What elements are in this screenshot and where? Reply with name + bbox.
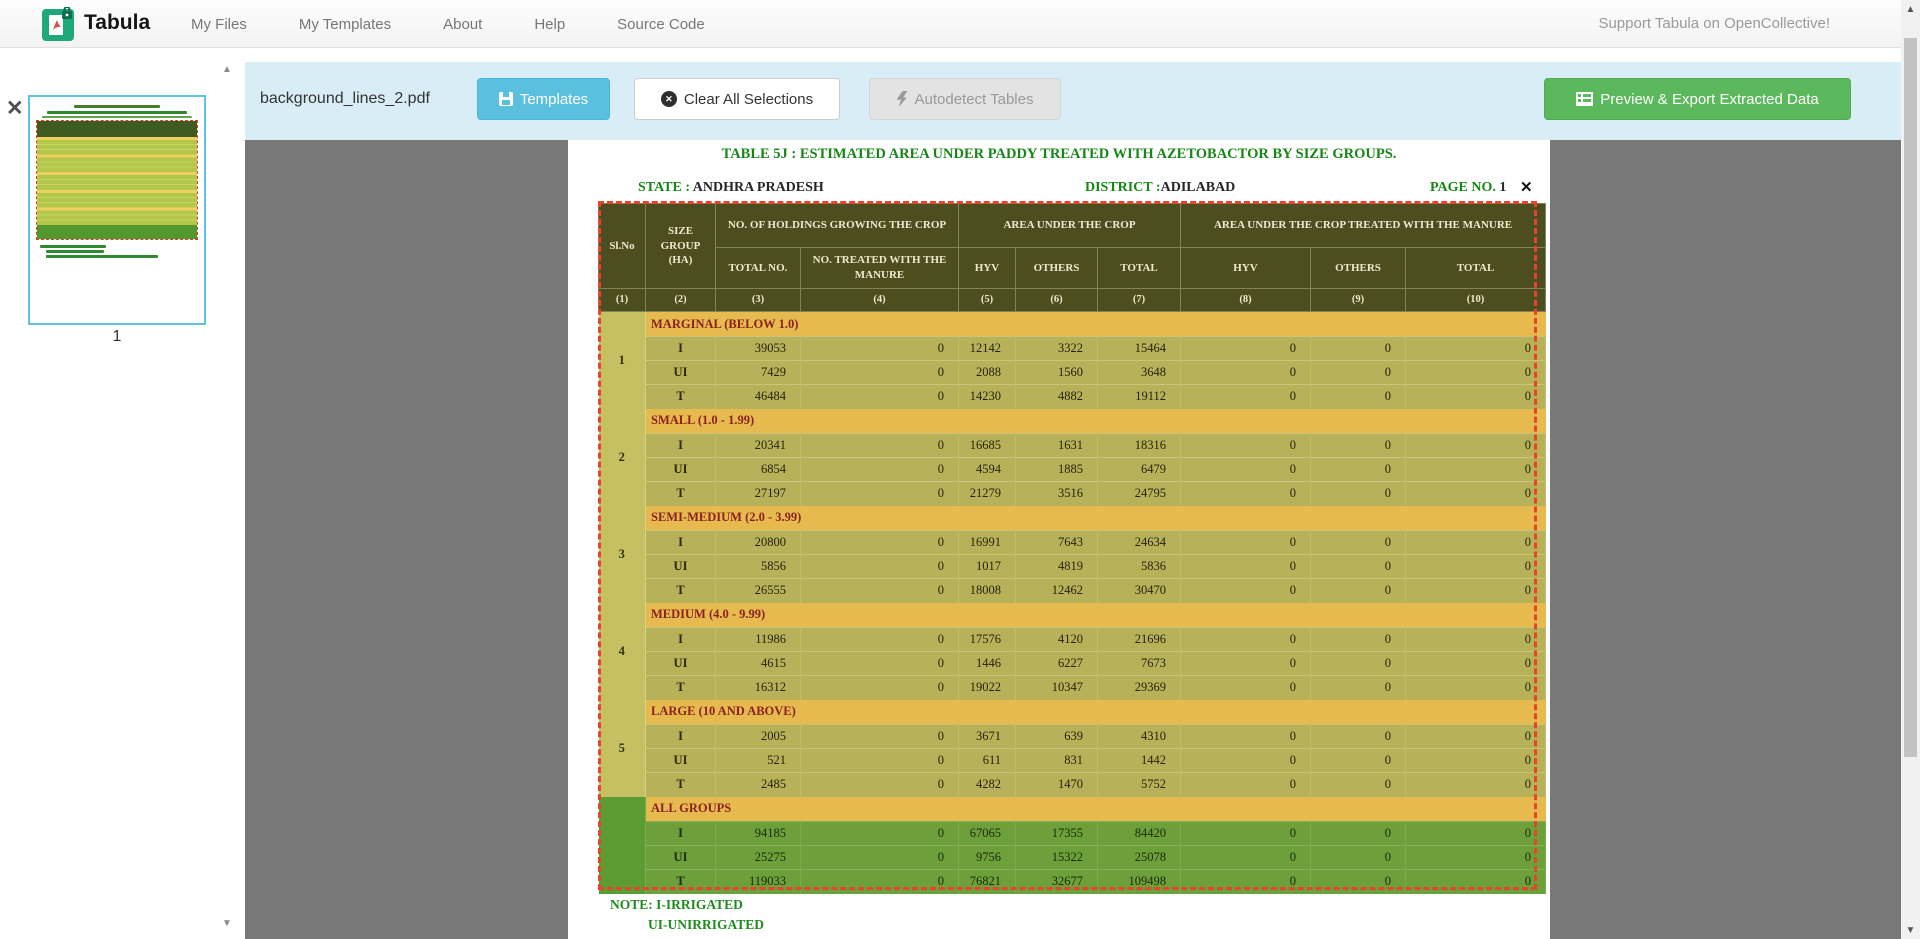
thumb-selection-outline (36, 120, 198, 240)
sidebar-scroll-up-icon[interactable]: ▲ (222, 64, 232, 75)
thumb-meta-line (42, 116, 192, 118)
pdf-state-line: STATE : ANDHRA PRADESH (638, 180, 824, 196)
tabula-logo-icon[interactable] (42, 7, 76, 41)
thumbnail-page-number: 1 (28, 328, 206, 346)
top-navbar: Tabula My Files My Templates About Help … (0, 0, 1920, 48)
preview-export-button[interactable]: Preview & Export Extracted Data (1544, 78, 1851, 120)
page-thumbnail[interactable] (28, 95, 206, 325)
main-scrollbar[interactable]: ▲ ▼ (1901, 0, 1920, 939)
lightning-bolt-icon (897, 91, 908, 107)
pdf-pageno-line: PAGE NO. 1 (1430, 180, 1506, 196)
pdf-table-title: TABLE 5J : ESTIMATED AREA UNDER PADDY TR… (568, 146, 1550, 163)
scroll-up-icon[interactable]: ▲ (1901, 4, 1920, 15)
thumb-table (37, 121, 197, 239)
state-value: ANDHRA PRADESH (693, 180, 824, 195)
pdf-note-line1: NOTE: I-IRRIGATED (610, 897, 743, 913)
support-link[interactable]: Support Tabula on OpenCollective! (1598, 15, 1830, 32)
remove-circle-icon: ✕ (661, 91, 677, 107)
district-value: ADILABAD (1161, 180, 1236, 195)
thumb-note-line (46, 255, 158, 258)
thumb-subtitle-line (47, 111, 187, 114)
save-template-icon (499, 92, 513, 106)
scrollbar-thumb[interactable] (1904, 38, 1917, 757)
pdf-page[interactable]: TABLE 5J : ESTIMATED AREA UNDER PADDY TR… (568, 140, 1550, 939)
nav-links: My Files My Templates About Help Source … (165, 0, 731, 48)
document-filename: background_lines_2.pdf (260, 90, 430, 108)
thumb-note-line (40, 245, 106, 248)
scroll-down-icon[interactable]: ▼ (1901, 925, 1920, 936)
pdf-viewer-area[interactable]: TABLE 5J : ESTIMATED AREA UNDER PADDY TR… (245, 140, 1901, 939)
remove-page-icon[interactable]: ✕ (6, 96, 24, 121)
autodetect-button-label: Autodetect Tables (915, 91, 1034, 108)
pdf-district-line: DISTRICT :ADILABAD (1085, 180, 1235, 196)
clear-all-selections-button[interactable]: ✕ Clear All Selections (634, 78, 840, 120)
nav-link[interactable]: About (417, 16, 508, 33)
pageno-label: PAGE NO. (1430, 180, 1496, 195)
autodetect-tables-button[interactable]: Autodetect Tables (869, 78, 1061, 120)
nav-link[interactable]: My Files (165, 16, 273, 33)
clear-button-label: Clear All Selections (684, 91, 813, 108)
nav-link[interactable]: My Templates (273, 16, 417, 33)
nav-link[interactable]: Help (508, 16, 591, 33)
pageno-value: 1 (1499, 180, 1506, 195)
table-selection-overlay[interactable] (598, 201, 1537, 890)
thumb-note-line (46, 250, 104, 253)
selection-close-icon[interactable]: ✕ (1520, 178, 1533, 197)
sidebar-scroll-down-icon[interactable]: ▼ (222, 918, 232, 929)
state-label: STATE : (638, 180, 690, 195)
thumb-title-line (74, 105, 160, 108)
district-label: DISTRICT : (1085, 180, 1161, 195)
page-thumbnail-sidebar: ✕ 1 ▲ ▼ (0, 48, 245, 939)
brand-title[interactable]: Tabula (84, 11, 150, 35)
templates-button-label: Templates (520, 91, 588, 108)
document-toolbar: background_lines_2.pdf Templates ✕ Clear… (245, 62, 1901, 140)
export-button-label: Preview & Export Extracted Data (1600, 91, 1818, 108)
templates-button[interactable]: Templates (477, 78, 610, 120)
pdf-note-line2: UI-UNIRRIGATED (648, 917, 764, 933)
table-grid-icon (1576, 92, 1593, 106)
nav-link[interactable]: Source Code (591, 16, 731, 33)
